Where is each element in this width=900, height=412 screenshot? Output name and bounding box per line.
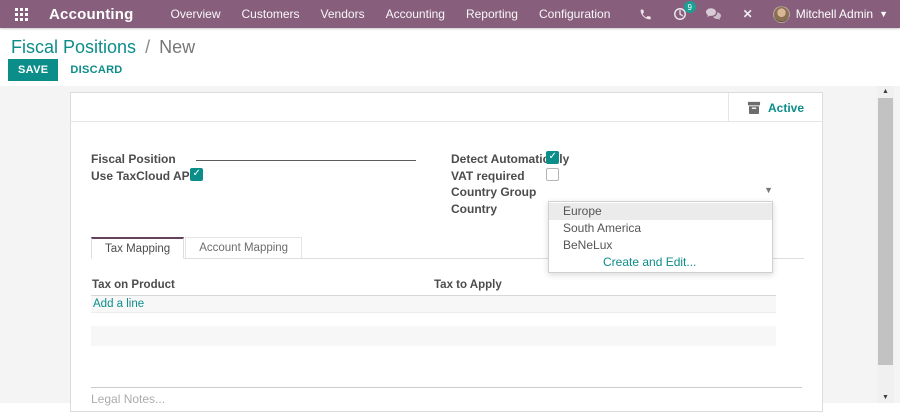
content-area: Active Fiscal Position Use TaxCloud API …	[0, 86, 900, 412]
messages-icon[interactable]	[705, 5, 723, 23]
table-header-row: Tax on Product Tax to Apply	[91, 279, 776, 296]
vat-required-checkbox[interactable]	[546, 168, 559, 181]
col-tax-to-apply: Tax to Apply	[434, 279, 502, 291]
select-caret-icon: ▼	[764, 185, 773, 195]
dropdown-create-and-edit[interactable]: Create and Edit...	[549, 254, 772, 271]
phone-icon[interactable]	[637, 5, 655, 23]
sheet-header: Active	[71, 93, 822, 122]
add-line-row[interactable]: Add a line	[91, 296, 776, 313]
dropdown-option-europe[interactable]: Europe	[549, 203, 772, 220]
control-panel: Fiscal Positions / New SAVE DISCARD	[0, 28, 900, 86]
accounting-app-screen: Accounting Overview Customers Vendors Ac…	[0, 0, 900, 412]
close-session-icon[interactable]: ✕	[739, 5, 757, 23]
breadcrumb-fiscal-positions[interactable]: Fiscal Positions	[11, 37, 136, 57]
table-stripe-row	[91, 326, 776, 346]
form-action-buttons: SAVE DISCARD	[8, 59, 123, 81]
vat-required-label: VAT required	[451, 169, 525, 183]
detect-automatically-checkbox[interactable]	[546, 151, 559, 164]
breadcrumb-separator: /	[145, 37, 151, 57]
menu-item-reporting[interactable]: Reporting	[466, 7, 518, 21]
legal-notes-divider	[91, 387, 802, 388]
menu-item-configuration[interactable]: Configuration	[539, 7, 610, 21]
user-avatar	[772, 5, 790, 23]
form-sheet: Active Fiscal Position Use TaxCloud API …	[70, 92, 823, 412]
tab-account-mapping[interactable]: Account Mapping	[185, 237, 303, 258]
archive-box-icon	[747, 101, 761, 114]
menu-item-customers[interactable]: Customers	[242, 7, 300, 21]
legal-notes-input[interactable]: Legal Notes...	[91, 392, 165, 406]
navbar-right: 9 ✕ Mitchell Admin ▼	[637, 1, 900, 23]
breadcrumb-current: New	[159, 37, 196, 57]
apps-grid-icon[interactable]	[10, 3, 32, 25]
menu-item-overview[interactable]: Overview	[171, 7, 221, 21]
save-button[interactable]: SAVE	[8, 59, 59, 81]
app-name[interactable]: Accounting	[49, 6, 134, 23]
breadcrumb: Fiscal Positions / New	[11, 37, 195, 58]
activity-count-badge: 9	[683, 1, 696, 13]
menu-item-accounting[interactable]: Accounting	[386, 7, 445, 21]
vertical-scrollbar[interactable]: ▲ ▼	[877, 86, 894, 403]
dropdown-option-south-america[interactable]: South America	[549, 220, 772, 237]
tax-mapping-table: Tax on Product Tax to Apply Add a line	[91, 279, 776, 346]
active-button-label: Active	[767, 100, 805, 115]
discard-button[interactable]: DISCARD	[70, 64, 122, 76]
top-navbar: Accounting Overview Customers Vendors Ac…	[0, 0, 900, 28]
user-name: Mitchell Admin	[795, 7, 874, 21]
user-menu[interactable]: Mitchell Admin ▼	[772, 5, 888, 23]
table-empty-row	[91, 313, 776, 326]
menu-item-vendors[interactable]: Vendors	[321, 7, 365, 21]
country-label: Country	[451, 202, 497, 216]
chevron-down-icon: ▼	[879, 9, 888, 19]
tab-tax-mapping[interactable]: Tax Mapping	[91, 237, 185, 259]
col-tax-on-product: Tax on Product	[92, 279, 175, 291]
country-group-label: Country Group	[451, 185, 537, 199]
dropdown-option-benelux[interactable]: BeNeLux	[549, 237, 772, 254]
scroll-up-icon[interactable]: ▲	[877, 86, 894, 97]
scrollbar-thumb[interactable]	[878, 98, 893, 365]
country-group-select[interactable]: ▼	[546, 183, 773, 198]
activities-clock-icon[interactable]: 9	[671, 1, 696, 23]
use-taxcloud-label: Use TaxCloud API	[91, 169, 194, 183]
use-taxcloud-checkbox[interactable]	[190, 168, 203, 181]
country-group-dropdown: Europe South America BeNeLux Create and …	[548, 201, 773, 273]
active-toggle-button[interactable]: Active	[728, 93, 822, 122]
fiscal-position-label: Fiscal Position	[91, 152, 176, 166]
scroll-down-icon[interactable]: ▼	[877, 392, 894, 403]
add-a-line-link[interactable]: Add a line	[91, 298, 144, 310]
main-menu: Overview Customers Vendors Accounting Re…	[171, 7, 611, 21]
fiscal-position-input[interactable]	[196, 147, 416, 161]
